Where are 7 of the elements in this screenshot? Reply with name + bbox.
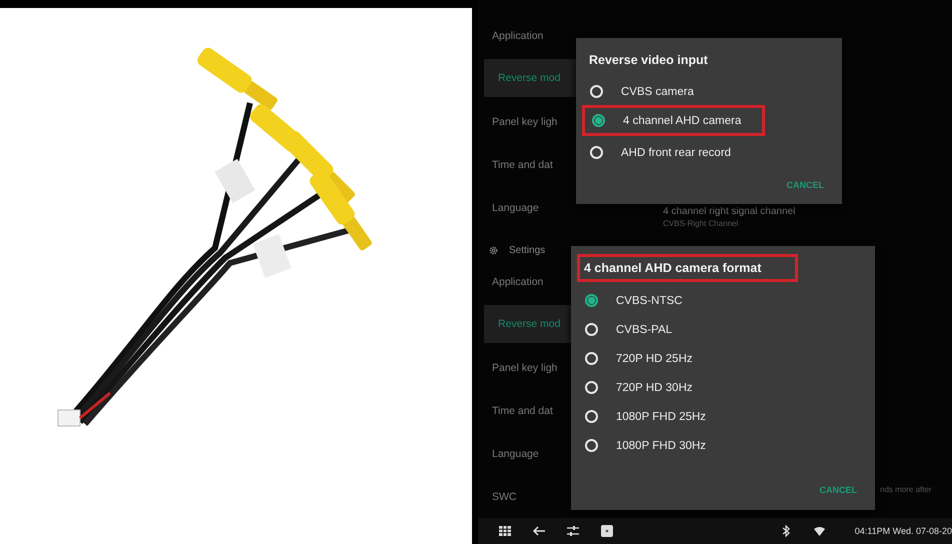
setting-text: nds more after <box>880 485 932 494</box>
dialog-title: 4 channel AHD camera format <box>577 254 798 282</box>
setting-value: 4 channel right signal channel <box>663 206 796 217</box>
clock-text: 04:11PM Wed. 07-08-20 <box>854 526 952 536</box>
dialog-title: Reverse video input <box>588 52 709 69</box>
setting-subtitle: CVBS-Right Channel <box>663 219 740 228</box>
header-title: Settings <box>509 244 546 256</box>
